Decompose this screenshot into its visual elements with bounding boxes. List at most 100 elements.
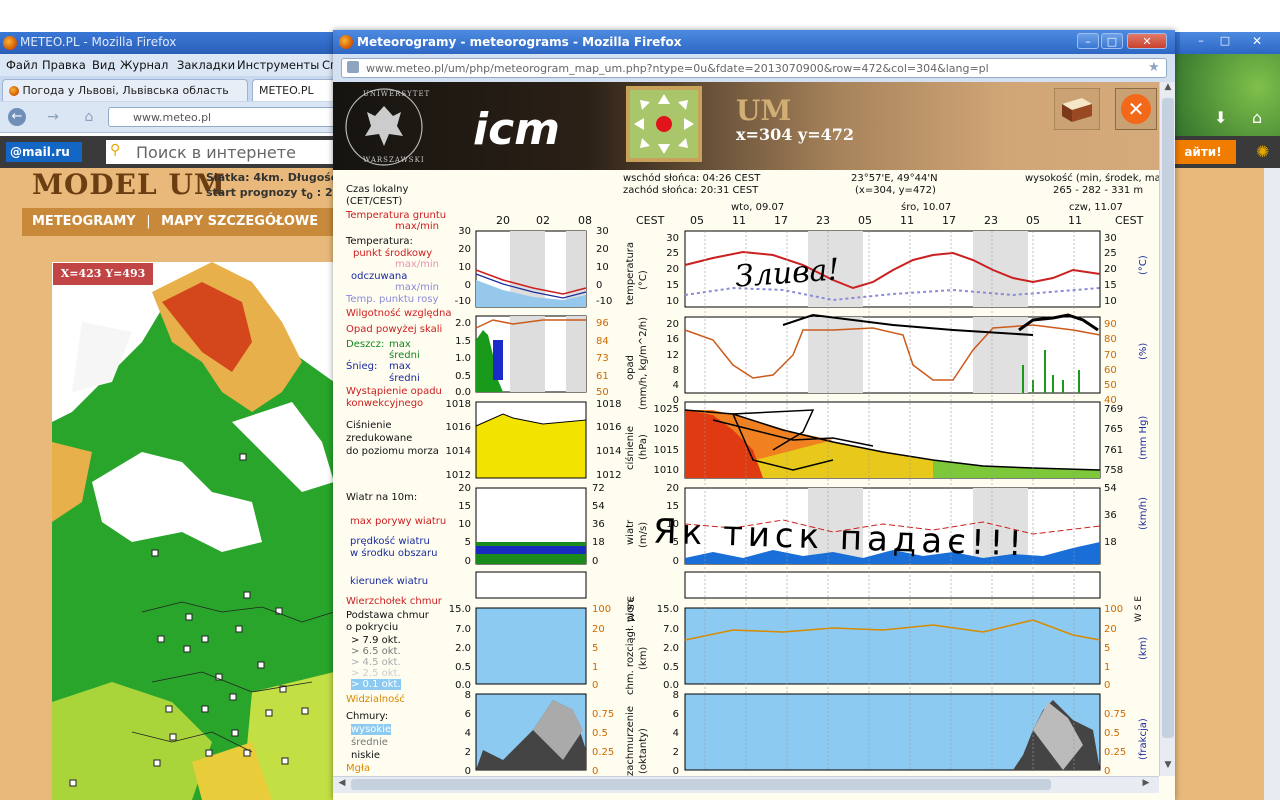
scroll-up-icon[interactable]: ▲	[1162, 82, 1174, 96]
tick: 765	[1104, 424, 1124, 435]
legend-okt65: > 6.5 okt.	[351, 646, 401, 657]
legend-snow: Śnieg:	[346, 361, 378, 372]
legend-cloud-base: Podstawa chmur	[346, 610, 429, 621]
scroll-right-icon[interactable]: ▶	[1139, 778, 1153, 792]
nav-meteograms[interactable]: METEOGRAMY	[32, 214, 136, 229]
direction-navigator-icon[interactable]	[626, 86, 702, 162]
tick: 0.5	[1104, 728, 1120, 739]
nav-separator: |	[146, 214, 151, 229]
scroll-thumb[interactable]	[1162, 98, 1174, 738]
height-label: wysokość (min, środek, max	[1025, 173, 1167, 184]
menu-edit[interactable]: Правка	[42, 58, 86, 72]
close-icon[interactable]: ✕	[1127, 33, 1167, 49]
tick: 50	[1104, 380, 1117, 391]
legend-soil-temp: Temperatura gruntu	[346, 210, 447, 221]
tab-meteo[interactable]: METEO.PL	[252, 79, 336, 101]
legend-pressure-2: zredukowane	[346, 433, 413, 444]
tick: 15.0	[656, 604, 679, 615]
menu-bookmarks[interactable]: Закладки	[177, 58, 235, 72]
home-icon[interactable]: ⌂	[1252, 108, 1272, 128]
axis-unit-temp: (°C)	[638, 270, 649, 290]
popup-url-field[interactable]: www.meteo.pl/um/php/meteorogram_map_um.p…	[341, 58, 1167, 78]
download-icon[interactable]: ⬇	[1214, 108, 1234, 128]
print-icon[interactable]	[1054, 88, 1100, 130]
internet-search-input[interactable]: Поиск в интернете ⚲	[106, 140, 336, 164]
tick: 4	[464, 728, 471, 739]
forecast-map[interactable]	[52, 262, 334, 800]
compass-right: W S E	[1134, 595, 1144, 622]
back-icon[interactable]: ←	[8, 108, 26, 126]
background-scrollbar[interactable]	[1264, 168, 1280, 800]
tick: 61	[596, 371, 609, 382]
tick: 6	[464, 709, 471, 720]
tick: 4	[672, 380, 679, 391]
model-info-start: start prognozy t	[206, 186, 307, 199]
main-panels	[684, 230, 1101, 771]
minimize-icon[interactable]: –	[1192, 34, 1210, 50]
scroll-left-icon[interactable]: ◀	[335, 778, 349, 792]
legend-temperature: Temperatura:	[346, 236, 413, 247]
tick: 50	[596, 387, 609, 398]
legend-high: wysokie	[351, 724, 392, 735]
maximize-icon[interactable]: □	[1101, 33, 1123, 49]
tick: 2.0	[455, 318, 471, 329]
legend-low: niskie	[351, 750, 381, 761]
tick: 1015	[653, 445, 679, 456]
tick: 5	[1104, 643, 1111, 654]
close-icon[interactable]: ✕	[1248, 34, 1266, 50]
popup-titlebar: Meteorogramy - meteorograms - Mozilla Fi…	[333, 30, 1175, 54]
tick: 1010	[653, 465, 679, 476]
popup-horizontal-scrollbar[interactable]: ◀ ▶	[333, 776, 1159, 793]
tz-right: CEST	[1115, 214, 1144, 227]
axis-unit-precip: (mm/h, kg/m^2/h)	[638, 316, 649, 410]
tick: 1014	[445, 446, 471, 457]
tick: 10	[458, 519, 471, 530]
search-icon: ⚲	[110, 142, 121, 158]
tick: 15	[1104, 280, 1117, 291]
close-meteogram-button[interactable]: ✕	[1115, 88, 1157, 130]
map-coordinate-badge: X=423 Y=493	[52, 262, 154, 286]
forward-icon[interactable]: →	[44, 108, 62, 126]
mail-ru-logo[interactable]: @mail.ru	[6, 142, 82, 162]
tick: 2.0	[663, 643, 679, 654]
tick: 20	[458, 244, 471, 255]
location-grid: (x=304, y=472)	[855, 185, 936, 196]
menu-view[interactable]: Вид	[92, 58, 115, 72]
url-text: www.meteo.pl	[133, 111, 212, 124]
tick: 6	[672, 709, 679, 720]
site-identity-icon[interactable]	[347, 61, 359, 73]
tick: 1016	[445, 422, 471, 433]
bookmark-star-icon[interactable]: ★	[1148, 60, 1160, 75]
tick: 0.5	[663, 662, 679, 673]
tick: 100	[1104, 604, 1124, 615]
tick: 0.5	[592, 728, 608, 739]
legend-felt: odczuwana	[351, 271, 408, 282]
tick: 0	[464, 556, 471, 567]
legend-rain-max: max	[389, 339, 411, 350]
menu-history[interactable]: Журнал	[120, 58, 168, 72]
maximize-icon[interactable]: □	[1216, 34, 1234, 50]
scroll-thumb[interactable]	[351, 779, 1051, 790]
legend-hour: 08	[578, 214, 592, 227]
tick: 10	[1104, 296, 1117, 307]
axis-right-wind-unit: (km/h)	[1138, 496, 1149, 530]
background-right-edge: – □ ✕ ⬇ ⌂	[1170, 32, 1280, 800]
minimize-icon[interactable]: –	[1077, 33, 1099, 49]
page-navigation: METEOGRAMY | MAPY SZCZEGÓŁOWE	[22, 208, 334, 236]
nav-detailed-maps[interactable]: MAPY SZCZEGÓŁOWE	[161, 214, 318, 229]
tick: 2	[672, 747, 679, 758]
scroll-down-icon[interactable]: ▼	[1162, 760, 1174, 774]
home-icon[interactable]: ⌂	[80, 108, 98, 126]
background-window-title: METEO.PL - Mozilla Firefox	[20, 35, 177, 49]
popup-vertical-scrollbar[interactable]: ▲ ▼	[1159, 82, 1175, 776]
background-url-field[interactable]: www.meteo.pl	[108, 107, 338, 127]
legend-dew-point: Temp. punktu rosy	[346, 294, 439, 305]
axis-right-pres-unit: (mm Hg)	[1138, 415, 1149, 460]
tab-weather-lviv[interactable]: Погода у Львові, Львівська область	[2, 79, 248, 101]
tick: 1	[1104, 662, 1111, 673]
menu-file[interactable]: Файл	[6, 58, 38, 72]
menu-tools[interactable]: Инструменты	[237, 58, 319, 72]
search-placeholder: Поиск в интернете	[136, 143, 296, 162]
tick: 0.5	[455, 662, 471, 673]
grid-coordinates: x=304 y=472	[736, 125, 855, 144]
